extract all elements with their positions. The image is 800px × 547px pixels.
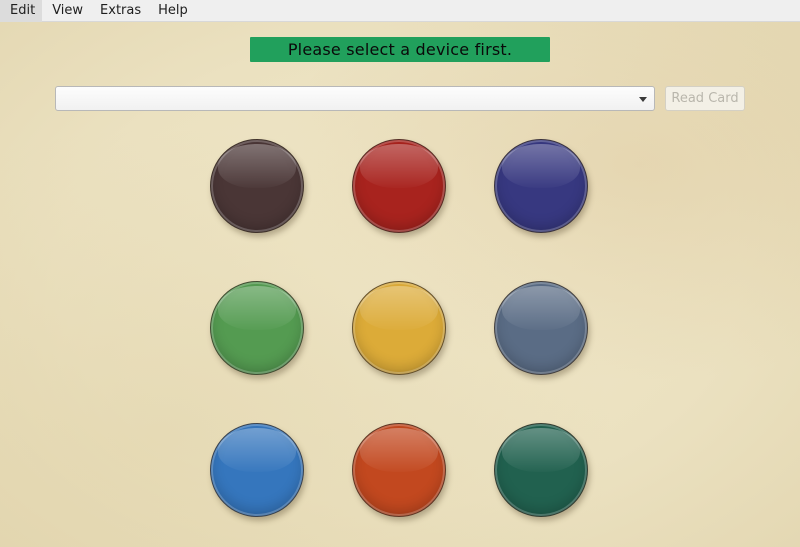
color-button-orange[interactable] — [352, 423, 446, 517]
color-button-blue[interactable] — [210, 423, 304, 517]
menu-edit[interactable]: Edit — [0, 0, 43, 22]
color-button-dark-brown[interactable] — [210, 139, 304, 233]
color-button-red[interactable] — [352, 139, 446, 233]
device-select[interactable] — [55, 86, 655, 111]
color-button-teal[interactable] — [494, 423, 588, 517]
menu-help[interactable]: Help — [148, 0, 195, 22]
color-button-slate[interactable] — [494, 281, 588, 375]
color-button-navy[interactable] — [494, 139, 588, 233]
menu-bar: Edit View Extras Help — [0, 0, 800, 22]
menu-extras[interactable]: Extras — [90, 0, 148, 22]
read-card-button[interactable]: Read Card — [665, 86, 745, 111]
chevron-down-icon — [639, 97, 647, 102]
menu-view[interactable]: View — [42, 0, 90, 22]
color-button-green[interactable] — [210, 281, 304, 375]
status-banner: Please select a device first. — [250, 37, 550, 62]
color-button-yellow[interactable] — [352, 281, 446, 375]
